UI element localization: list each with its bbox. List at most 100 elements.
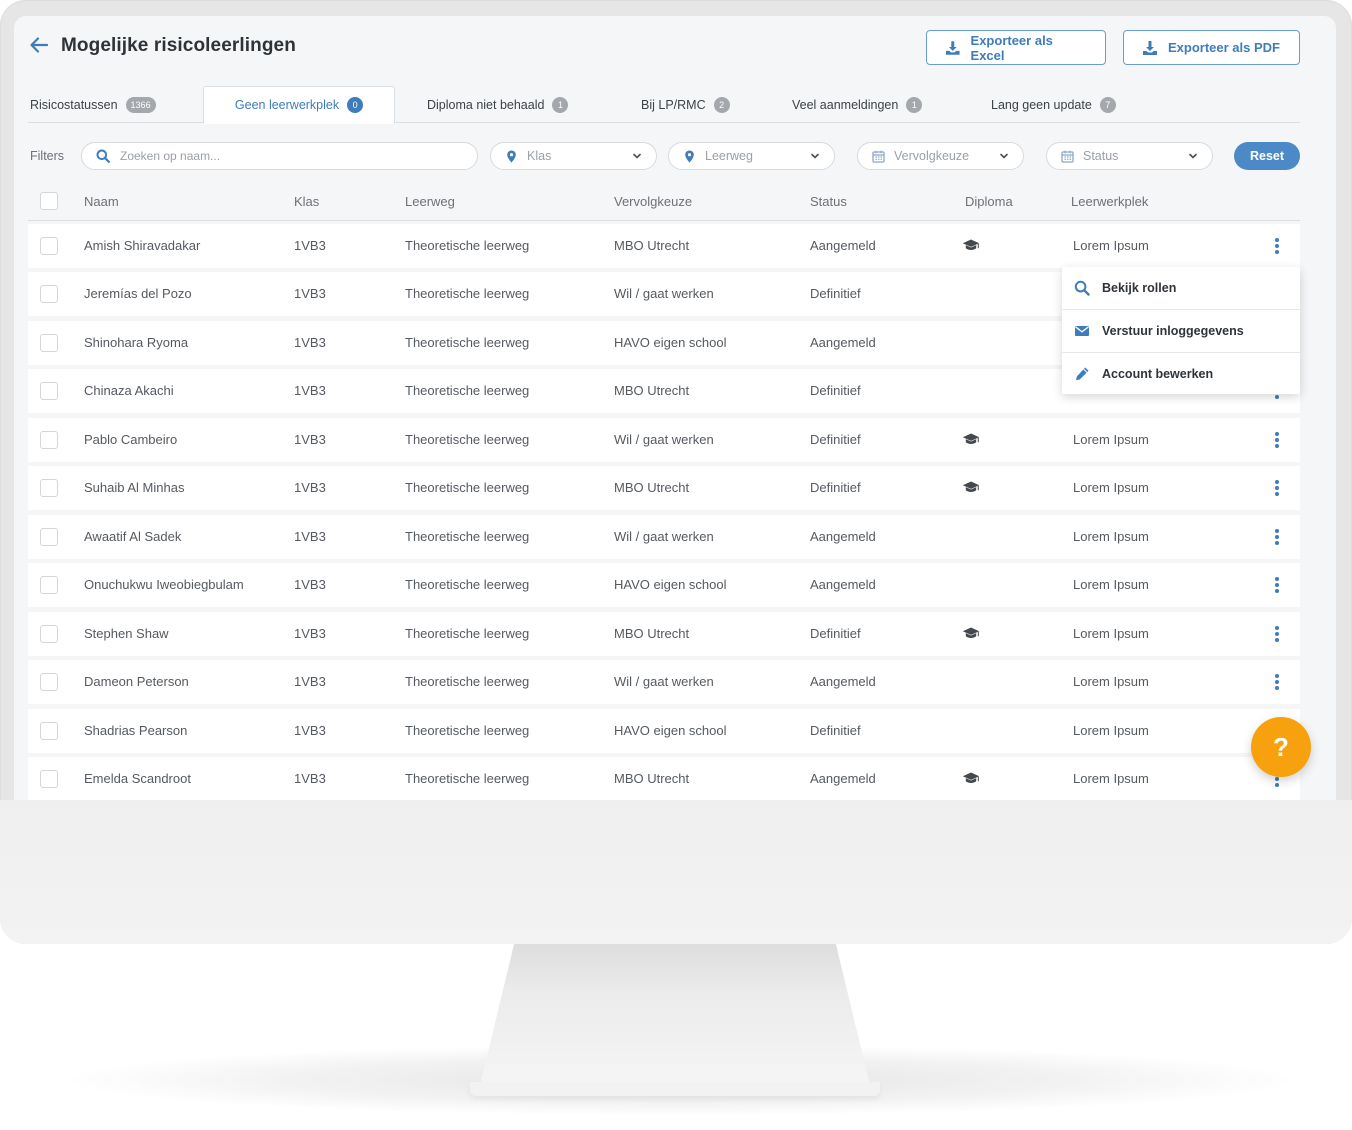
vervolgkeuze-select-value: Vervolgkeuze [894, 149, 970, 163]
cell-naam: Stephen Shaw [84, 625, 169, 641]
cell-status: Aangemeld [810, 674, 876, 690]
row-actions-kebab-icon[interactable] [1270, 478, 1284, 498]
kebab-dot [1275, 583, 1279, 588]
monitor-chin [0, 800, 1352, 944]
graduation-cap-icon [962, 433, 980, 444]
row-actions-kebab-icon[interactable] [1270, 624, 1284, 644]
column-header-naam[interactable]: Naam [84, 194, 119, 209]
cell-naam: Pablo Cambeiro [84, 431, 178, 447]
column-header-vervolgkeuze[interactable]: Vervolgkeuze [614, 194, 692, 209]
row-checkbox[interactable] [40, 527, 58, 546]
table-row[interactable]: Amish Shiravadakar 1VB3 Theoretische leerw… [28, 224, 1300, 268]
row-actions-kebab-icon[interactable] [1270, 672, 1284, 692]
cell-status: Definitief [810, 286, 861, 302]
column-header-leerweg[interactable]: Leerweg [405, 194, 455, 209]
cell-status: Definitief [810, 383, 861, 399]
column-header-status[interactable]: Status [810, 194, 847, 209]
table-row[interactable]: Emelda Scandroot 1VB3 Theoretische leerweg… [28, 756, 1300, 800]
column-header-diploma[interactable]: Diploma [965, 194, 1013, 209]
cell-leerweg: Theoretische leerweg [405, 238, 530, 253]
tab-diploma-niet-behaald[interactable]: Diploma niet behaald 1 [427, 86, 569, 123]
vervolgkeuze-select[interactable]: Vervolgkeuze [857, 142, 1024, 170]
row-actions-kebab-icon[interactable] [1270, 527, 1284, 547]
cell-status: Aangemeld [810, 770, 876, 786]
row-checkbox[interactable] [40, 673, 58, 692]
table-row[interactable]: Onuchukwu Iweobiegbulam 1VB3 Theoretische … [28, 563, 1300, 608]
tab-risicostatussen[interactable]: Risicostatussen 1366 [30, 86, 156, 123]
map-pin-icon [685, 150, 694, 162]
row-checkbox[interactable] [40, 382, 58, 401]
cell-vervolgkeuze: Wil / gaat werken [614, 431, 714, 447]
export-pdf-button[interactable]: Exporteer als PDF [1123, 30, 1300, 65]
tab-bij-lp-rmc[interactable]: Bij LP/RMC 2 [641, 86, 730, 123]
cell-leerweg: Theoretische leerweg [405, 528, 530, 544]
search-input[interactable] [120, 149, 440, 163]
tab-geen-leerwerkplek[interactable]: Geen leerwerkplek 0 [203, 86, 395, 124]
help-button[interactable]: ? [1251, 717, 1311, 777]
table-row[interactable]: Shadrias Pearson 1VB3 Theoretische leerweg… [28, 708, 1300, 753]
table-row[interactable]: Stephen Shaw 1VB3 Theoretische leerweg MBO … [28, 611, 1300, 656]
cell-klas: 1VB3 [294, 431, 326, 447]
envelope-icon [1075, 325, 1089, 336]
calendar-icon [1061, 150, 1074, 163]
table-row[interactable]: Suhaib Al Minhas 1VB3 Theoretische leerweg… [28, 466, 1300, 511]
cell-klas: 1VB3 [294, 674, 326, 690]
cell-naam: Emelda Scandroot [84, 770, 191, 786]
row-checkbox[interactable] [40, 237, 58, 255]
row-checkbox[interactable] [40, 333, 58, 352]
search-icon [1074, 280, 1090, 296]
cell-status: Aangemeld [810, 238, 876, 253]
export-excel-label: Exporteer als Excel [970, 32, 1053, 63]
search-field[interactable] [81, 142, 478, 170]
column-header-leerwerkplek[interactable]: Leerwerkplek [1071, 194, 1148, 209]
menu-item-verstuur-inloggegevens[interactable]: Verstuur inloggegevens [1062, 309, 1300, 351]
tab-lang-geen-update[interactable]: Lang geen update 7 [991, 86, 1116, 123]
kebab-dot [1275, 577, 1279, 582]
row-checkbox[interactable] [40, 721, 58, 740]
cell-vervolgkeuze: Wil / gaat werken [614, 286, 714, 302]
cell-naam: Shinohara Ryoma [84, 334, 189, 350]
row-checkbox[interactable] [40, 285, 58, 304]
cell-vervolgkeuze: MBO Utrecht [614, 625, 690, 641]
row-checkbox[interactable] [40, 576, 58, 595]
tab-count-badge: 0 [347, 97, 364, 113]
column-header-klas[interactable]: Klas [294, 194, 319, 209]
status-select[interactable]: Status [1046, 142, 1213, 170]
kebab-dot [1275, 437, 1279, 442]
row-checkbox[interactable] [40, 479, 58, 498]
select-all-checkbox[interactable] [40, 192, 58, 210]
export-pdf-label: Exporteer als PDF [1168, 40, 1280, 55]
cell-status: Definitief [810, 480, 861, 496]
row-actions-kebab-icon[interactable] [1270, 236, 1284, 256]
cell-klas: 1VB3 [294, 577, 326, 593]
graduation-cap-icon [962, 481, 980, 493]
back-arrow-icon[interactable] [28, 34, 50, 56]
menu-item-label: Account bewerken [1102, 366, 1214, 381]
leerweg-select[interactable]: Leerweg [668, 142, 835, 170]
cell-leerwerkplek: Lorem Ipsum [1073, 674, 1149, 690]
row-checkbox[interactable] [40, 430, 58, 449]
tab-count-badge: 2 [713, 96, 730, 113]
row-actions-kebab-icon[interactable] [1270, 575, 1284, 595]
cell-status: Aangemeld [810, 577, 876, 593]
export-excel-button[interactable]: Exporteer als Excel [926, 30, 1106, 65]
menu-item-account-bewerken[interactable]: Account bewerken [1062, 352, 1300, 394]
menu-item-bekijk-rollen[interactable]: Bekijk rollen [1062, 267, 1300, 309]
row-actions-kebab-icon[interactable] [1270, 430, 1284, 450]
leerweg-select-value: Leerweg [705, 149, 753, 163]
cell-naam: Onuchukwu Iweobiegbulam [84, 577, 244, 593]
cell-leerwerkplek: Lorem Ipsum [1073, 480, 1149, 496]
cell-leerwerkplek: Lorem Ipsum [1073, 625, 1149, 641]
cell-status: Definitief [810, 722, 861, 738]
table-row[interactable]: Dameon Peterson 1VB3 Theoretische leerweg W… [28, 660, 1300, 705]
row-checkbox[interactable] [40, 769, 58, 788]
kebab-dot [1275, 540, 1279, 545]
monitor-frame: Mogelijke risicoleerlingen Exporteer als… [0, 0, 1352, 944]
row-checkbox[interactable] [40, 624, 58, 643]
reset-button[interactable]: Reset [1234, 142, 1300, 170]
table-row[interactable]: Pablo Cambeiro 1VB3 Theoretische leerweg Wi… [28, 417, 1300, 462]
menu-item-label: Bekijk rollen [1102, 281, 1177, 295]
table-row[interactable]: Awaatif Al Sadek 1VB3 Theoretische leerweg… [28, 514, 1300, 559]
tab-veel-aanmeldingen[interactable]: Veel aanmeldingen 1 [792, 86, 923, 123]
klas-select[interactable]: Klas [490, 142, 657, 170]
